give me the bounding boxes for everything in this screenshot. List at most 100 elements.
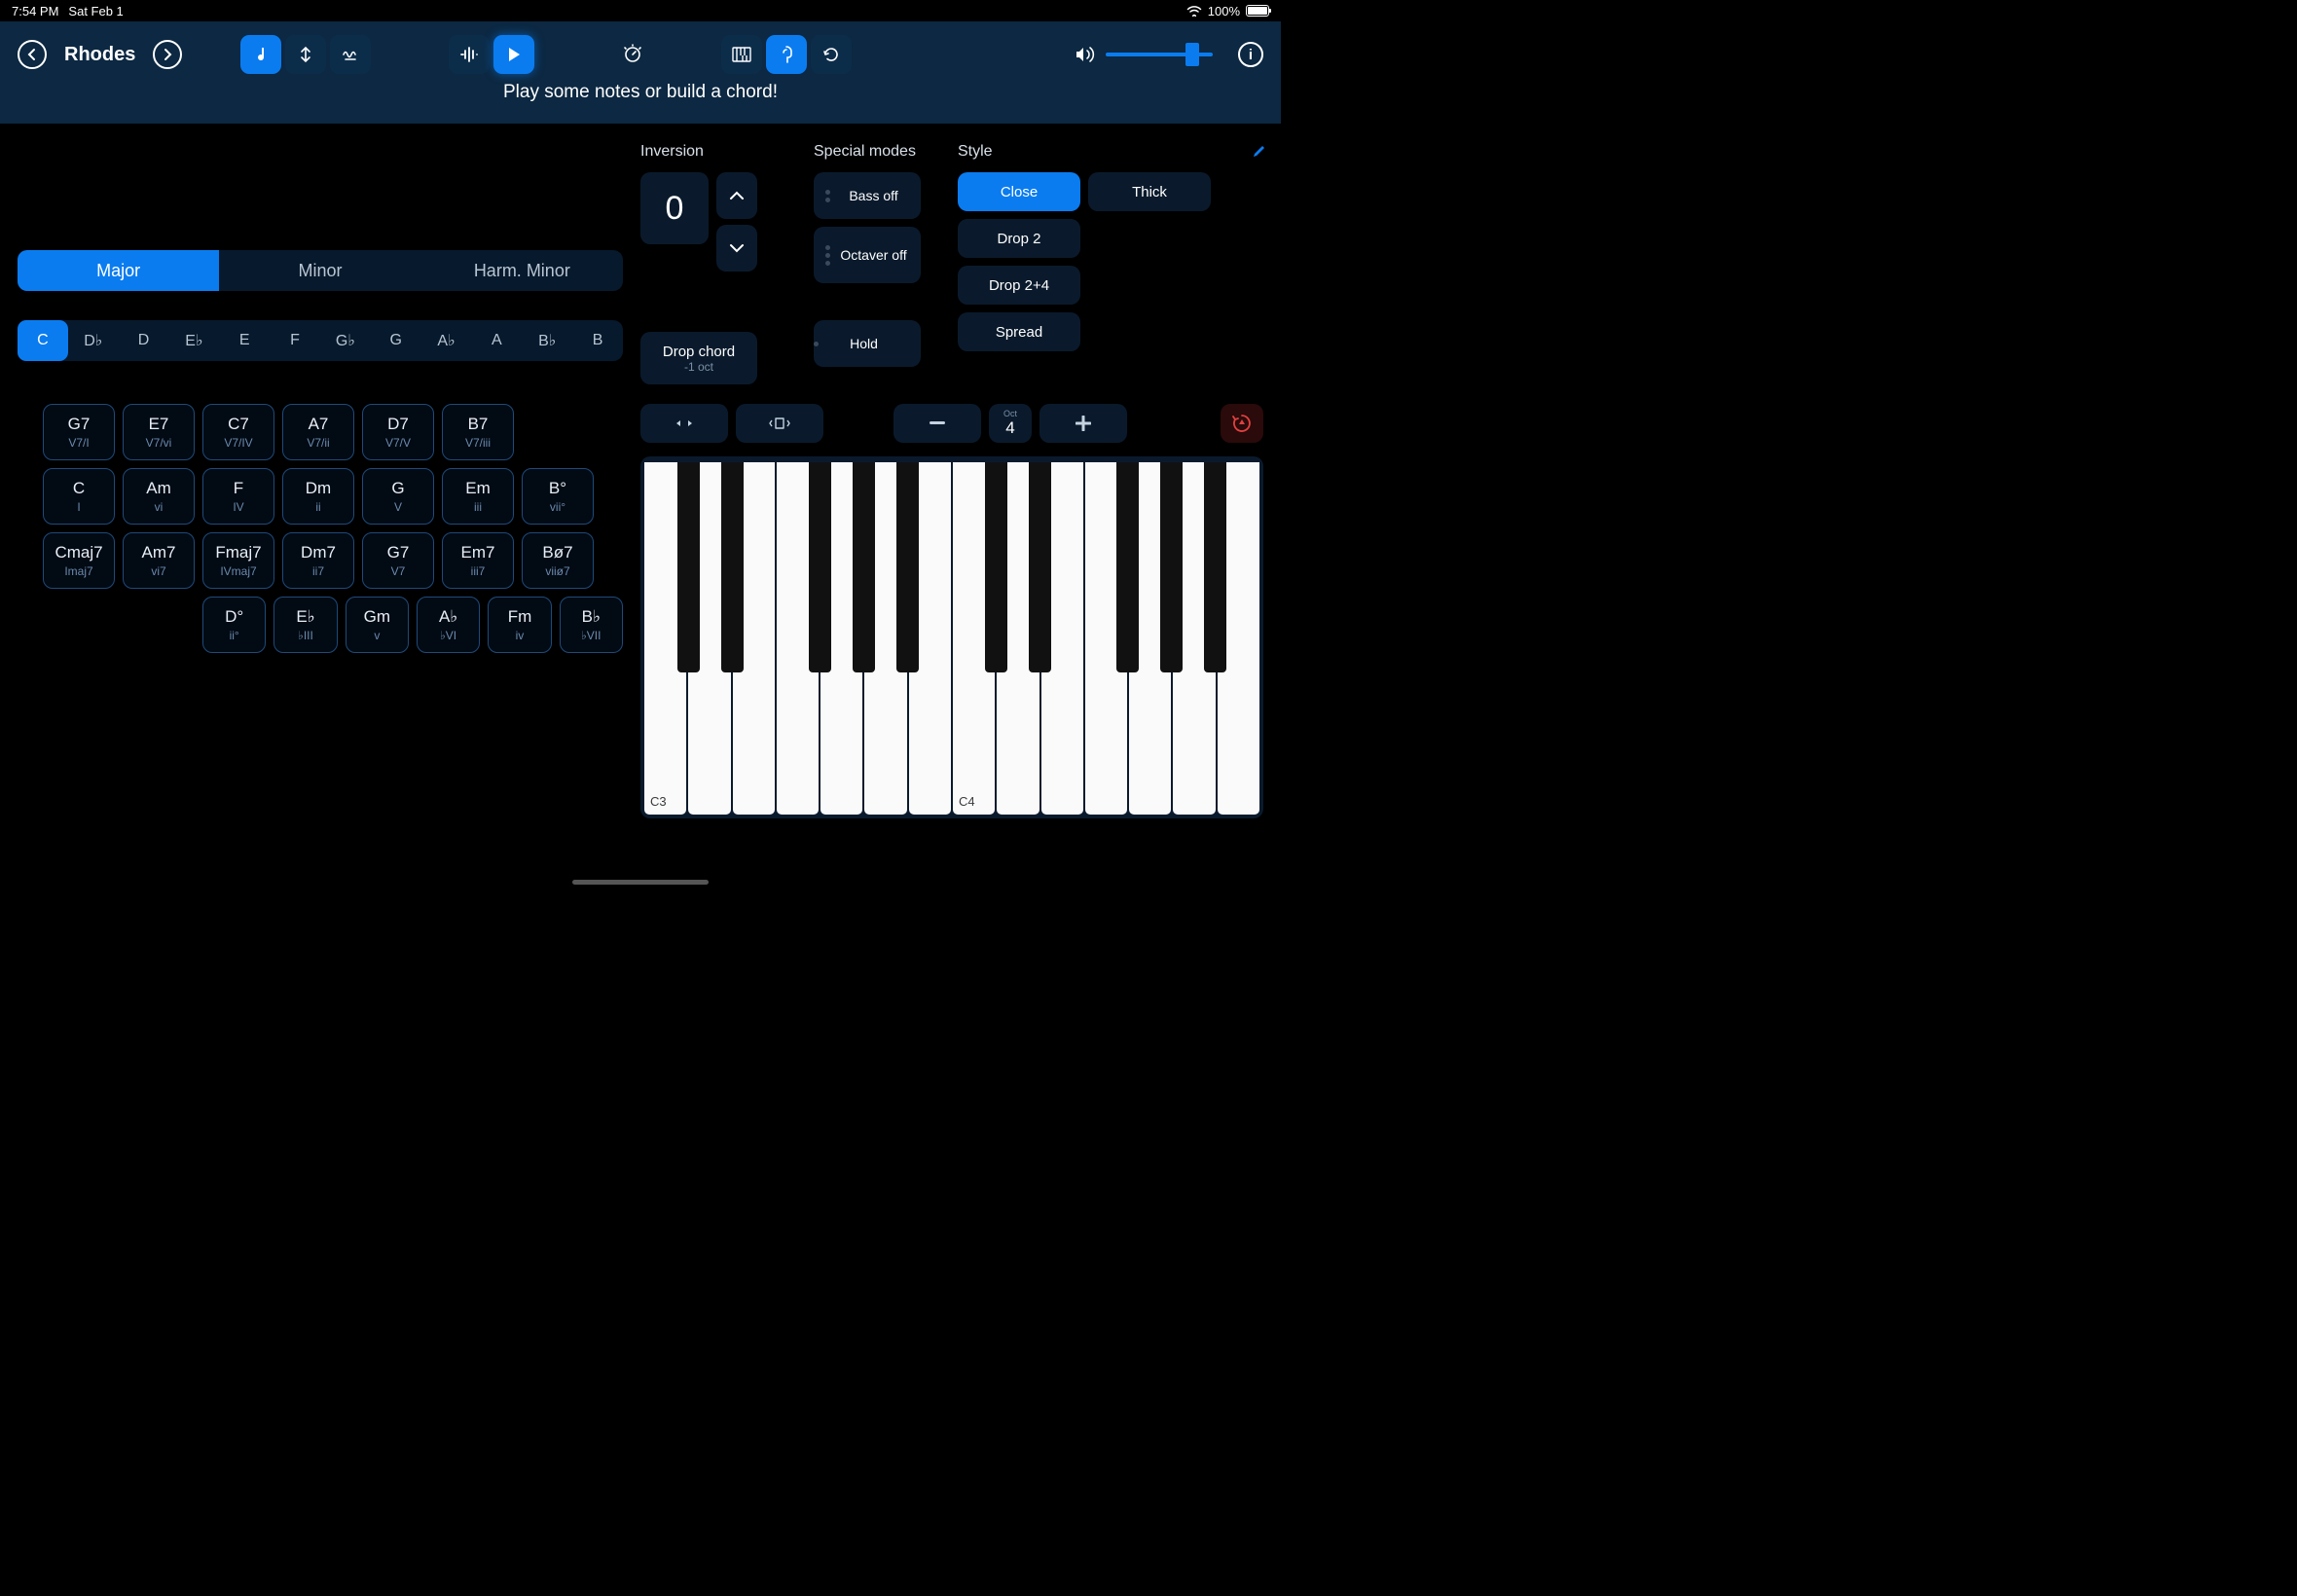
black-key-9[interactable] — [1204, 462, 1226, 672]
black-key-8[interactable] — [1160, 462, 1183, 672]
root-note-db[interactable]: D♭ — [68, 320, 119, 361]
octaver-toggle[interactable]: Octaver off — [814, 227, 921, 283]
header: Rhodes — [0, 21, 1281, 124]
chord-b[interactable]: B♭♭VII — [560, 597, 623, 653]
root-note-eb[interactable]: E♭ — [168, 320, 219, 361]
chord-b[interactable]: B°vii° — [522, 468, 594, 525]
root-note-f[interactable]: F — [270, 320, 320, 361]
root-note-g[interactable]: G — [371, 320, 421, 361]
chord-c7[interactable]: C7V7/IV — [202, 404, 274, 460]
chord-e7[interactable]: E7V7/vi — [123, 404, 195, 460]
home-indicator — [572, 880, 709, 885]
status-date: Sat Feb 1 — [68, 4, 123, 18]
scale-tabs: MajorMinorHarm. Minor — [18, 250, 623, 291]
volume-slider[interactable] — [1106, 53, 1213, 56]
chord-e[interactable]: E♭♭III — [273, 597, 337, 653]
black-key-2[interactable] — [809, 462, 831, 672]
style-label: Style — [958, 143, 1263, 161]
chord-am7[interactable]: Am7vi7 — [123, 532, 195, 589]
chord-grid: G7V7/IE7V7/viC7V7/IVA7V7/iiD7V7/VB7V7/ii… — [18, 404, 623, 653]
tempo-button[interactable] — [612, 35, 653, 74]
chord-f[interactable]: FIV — [202, 468, 274, 525]
chord-g7[interactable]: G7V7 — [362, 532, 434, 589]
chord-fmaj7[interactable]: Fmaj7IVmaj7 — [202, 532, 274, 589]
root-note-b[interactable]: B — [572, 320, 623, 361]
root-note-bb[interactable]: B♭ — [522, 320, 572, 361]
octave-down-button[interactable] — [893, 404, 981, 443]
undo-button[interactable] — [811, 35, 852, 74]
chord-cmaj7[interactable]: Cmaj7Imaj7 — [43, 532, 115, 589]
chord-b7[interactable]: B7V7/iii — [442, 404, 514, 460]
style-drop-2-4[interactable]: Drop 2+4 — [958, 266, 1080, 305]
black-key-1[interactable] — [721, 462, 744, 672]
play-button[interactable] — [493, 35, 534, 74]
chord-am[interactable]: Amvi — [123, 468, 195, 525]
battery-percent: 100% — [1208, 4, 1240, 18]
black-key-7[interactable] — [1116, 462, 1139, 672]
black-key-5[interactable] — [985, 462, 1007, 672]
chord-em[interactable]: Emiii — [442, 468, 514, 525]
hint-text: Play some notes or build a chord! — [0, 82, 1281, 103]
instrument-name: Rhodes — [64, 44, 135, 66]
root-note-d[interactable]: D — [119, 320, 169, 361]
scale-tab-harm-minor[interactable]: Harm. Minor — [421, 250, 623, 291]
inversion-down-button[interactable] — [716, 225, 757, 272]
piano-view-button[interactable] — [721, 35, 762, 74]
special-modes-label: Special modes — [814, 143, 940, 161]
chord-dm[interactable]: Dmii — [282, 468, 354, 525]
root-note-c[interactable]: C — [18, 320, 68, 361]
arpeggio-mode-button[interactable] — [285, 35, 326, 74]
chord-g[interactable]: GV — [362, 468, 434, 525]
drop-chord-button[interactable]: Drop chord -1 oct — [640, 332, 757, 384]
scale-tab-major[interactable]: Major — [18, 250, 219, 291]
root-note-e[interactable]: E — [219, 320, 270, 361]
octave-display: Oct 4 — [989, 404, 1032, 443]
black-key-0[interactable] — [677, 462, 700, 672]
collapse-keys-button[interactable] — [640, 404, 728, 443]
chord-gm[interactable]: Gmv — [346, 597, 409, 653]
root-note-selector: CD♭DE♭EFG♭GA♭AB♭B — [18, 320, 623, 361]
style-thick[interactable]: Thick — [1088, 172, 1211, 211]
chord-view-button[interactable] — [766, 35, 807, 74]
chord-fm[interactable]: Fmiv — [488, 597, 551, 653]
info-button[interactable]: i — [1238, 42, 1263, 67]
chord-em7[interactable]: Em7iii7 — [442, 532, 514, 589]
battery-icon — [1246, 5, 1269, 17]
prev-instrument-button[interactable] — [18, 40, 47, 69]
style-drop-2[interactable]: Drop 2 — [958, 219, 1080, 258]
expand-keys-button[interactable] — [736, 404, 823, 443]
wifi-icon — [1186, 5, 1202, 17]
chord-dm7[interactable]: Dm7ii7 — [282, 532, 354, 589]
chord-g7[interactable]: G7V7/I — [43, 404, 115, 460]
chord-c[interactable]: CI — [43, 468, 115, 525]
black-key-3[interactable] — [853, 462, 875, 672]
chord-d7[interactable]: D7V7/V — [362, 404, 434, 460]
note-mode-button[interactable] — [240, 35, 281, 74]
scale-tab-minor[interactable]: Minor — [219, 250, 420, 291]
status-bar: 7:54 PM Sat Feb 1 100% — [0, 0, 1281, 21]
root-note-ab[interactable]: A♭ — [421, 320, 472, 361]
reset-button[interactable] — [1221, 404, 1263, 443]
strum-mode-button[interactable] — [330, 35, 371, 74]
style-close[interactable]: Close — [958, 172, 1080, 211]
chord-d[interactable]: D°ii° — [202, 597, 266, 653]
black-key-4[interactable] — [896, 462, 919, 672]
black-key-6[interactable] — [1029, 462, 1051, 672]
hold-toggle[interactable]: Hold — [814, 320, 921, 367]
chord-b7[interactable]: Bø7viiø7 — [522, 532, 594, 589]
inversion-value: 0 — [640, 172, 709, 244]
waveform-button[interactable] — [449, 35, 490, 74]
root-note-gb[interactable]: G♭ — [320, 320, 371, 361]
pencil-icon[interactable] — [1252, 143, 1267, 159]
next-instrument-button[interactable] — [153, 40, 182, 69]
chord-a[interactable]: A♭♭VI — [417, 597, 480, 653]
inversion-label: Inversion — [640, 143, 796, 161]
piano-keyboard: C3C4 — [640, 456, 1263, 818]
octave-up-button[interactable] — [1039, 404, 1127, 443]
inversion-up-button[interactable] — [716, 172, 757, 219]
root-note-a[interactable]: A — [471, 320, 522, 361]
bass-toggle[interactable]: Bass off — [814, 172, 921, 219]
style-spread[interactable]: Spread — [958, 312, 1080, 351]
chord-a7[interactable]: A7V7/ii — [282, 404, 354, 460]
volume-icon — [1075, 45, 1096, 64]
